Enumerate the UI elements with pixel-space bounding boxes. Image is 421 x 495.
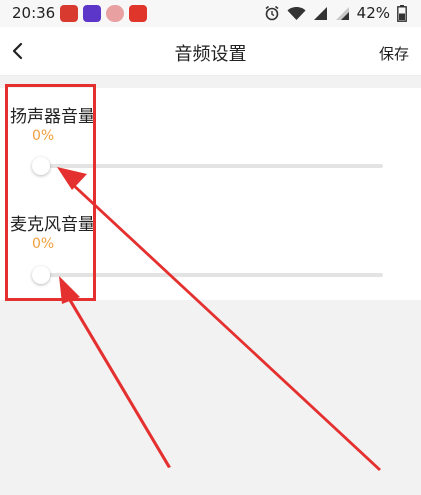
annotation-arrow-speaker-shaft [69,181,381,471]
annotation-arrow-mic-head [59,276,80,304]
annotation-arrows [57,167,381,471]
annotation-arrow-mic-shaft [64,292,171,468]
annotation-arrow-speaker-head [57,167,87,190]
